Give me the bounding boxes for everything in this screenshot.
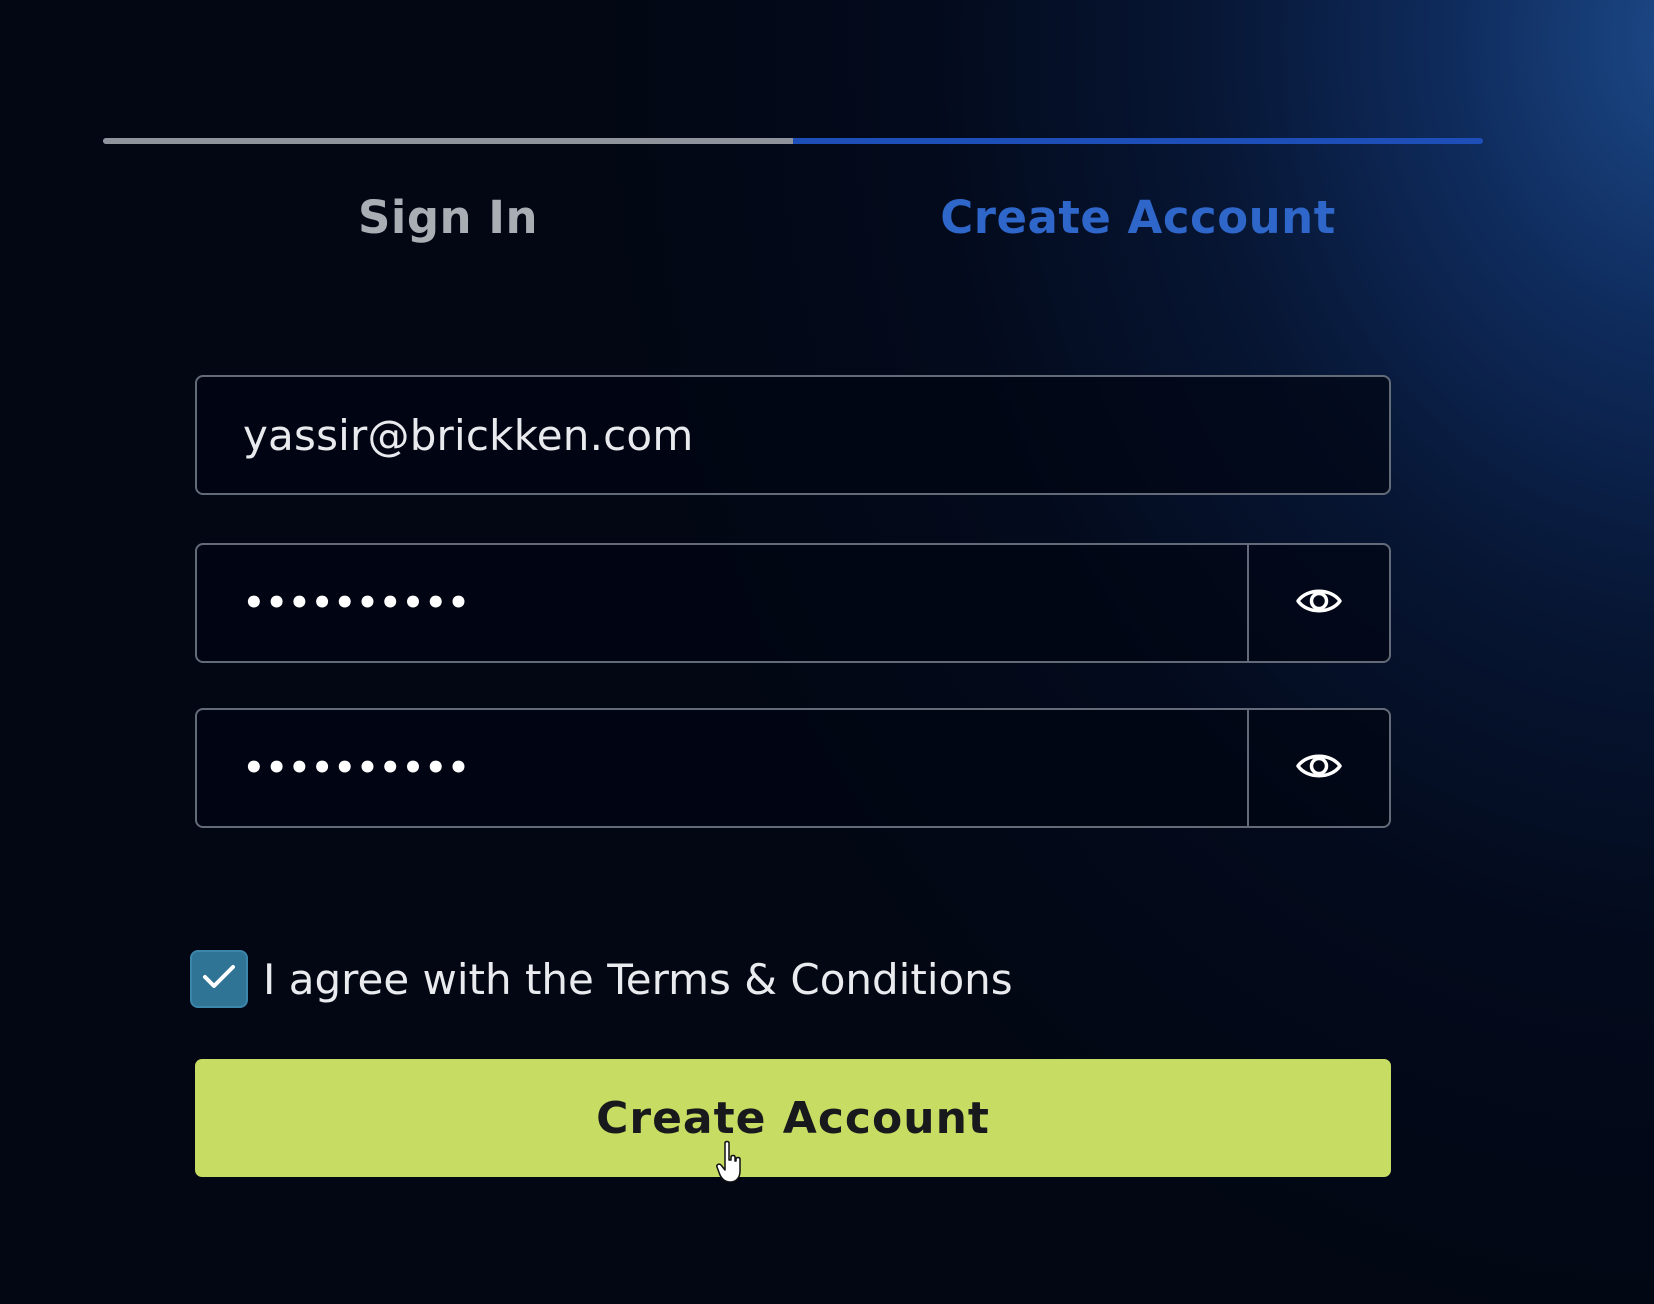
terms-label: I agree with the Terms & Conditions bbox=[263, 954, 1013, 1004]
check-icon bbox=[201, 962, 237, 996]
tab-sign-in[interactable]: Sign In bbox=[103, 182, 793, 252]
tab-indicator-inactive bbox=[103, 138, 793, 144]
create-account-button[interactable]: Create Account bbox=[195, 1059, 1391, 1177]
confirm-password-field[interactable]: •••••••••• bbox=[195, 708, 1391, 828]
tab-indicator-track bbox=[103, 138, 1483, 144]
confirm-password-input-value: •••••••••• bbox=[243, 748, 471, 788]
password-field[interactable]: •••••••••• bbox=[195, 543, 1391, 663]
email-input-value: yassir@brickken.com bbox=[243, 410, 694, 460]
show-password-button[interactable] bbox=[1247, 545, 1389, 661]
eye-icon bbox=[1295, 584, 1343, 622]
password-input-value: •••••••••• bbox=[243, 583, 471, 623]
email-field[interactable]: yassir@brickken.com bbox=[195, 375, 1391, 495]
tab-create-account[interactable]: Create Account bbox=[793, 182, 1483, 252]
eye-icon bbox=[1295, 749, 1343, 787]
hand-cursor-icon bbox=[716, 1140, 744, 1188]
terms-checkbox[interactable] bbox=[190, 950, 248, 1008]
show-confirm-password-button[interactable] bbox=[1247, 710, 1389, 826]
